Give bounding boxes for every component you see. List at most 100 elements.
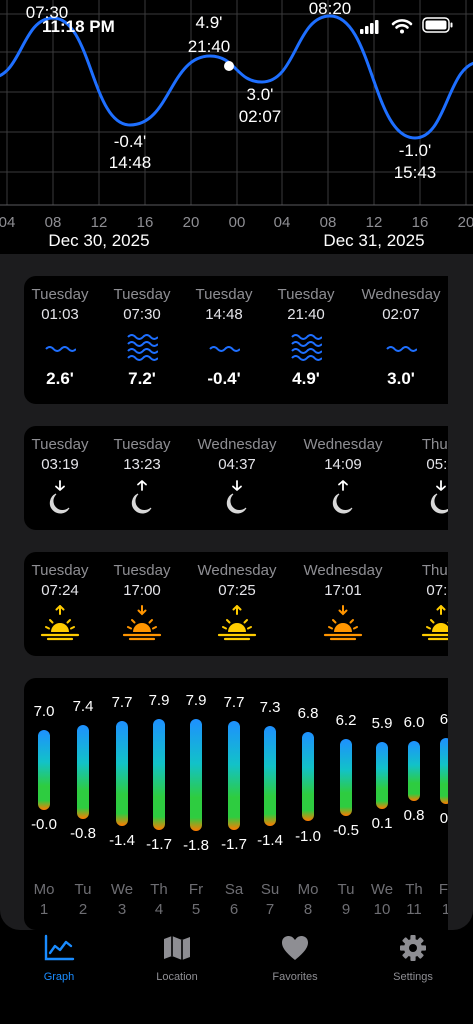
range-bar[interactable] — [340, 738, 352, 816]
range-bar[interactable] — [190, 719, 202, 831]
moon-event[interactable]: Wednesday 04:37 — [177, 436, 297, 515]
x-tick-label: 20 — [458, 214, 473, 231]
sun-day: Wednesday — [197, 562, 277, 579]
x-tick-label: 08 — [320, 214, 337, 231]
tide-graph[interactable]: 07:30 -0.4' 14:48 4.9' 21:40 3.0' 02:07 08:20 -1… — [0, 0, 473, 252]
high-value-label: 6.8 — [297, 704, 319, 722]
sun-card[interactable]: Tuesday 07:24 Tuesday 17:00 Wednesday 07… — [24, 552, 448, 656]
day-number-label: 8 — [303, 901, 313, 918]
high-value-label: 6. — [439, 710, 448, 728]
weekday-label: Mo — [33, 881, 55, 898]
range-bar[interactable] — [116, 721, 128, 827]
tab-settings[interactable]: Settings — [354, 934, 472, 983]
tab-location[interactable]: Location — [118, 934, 236, 983]
low-value-label: 0. — [439, 810, 448, 828]
current-position-dot[interactable] — [224, 61, 234, 71]
status-bar: 11:18 PM — [0, 0, 473, 40]
tide-time: 02:07 — [382, 306, 420, 323]
sunrise-icon — [381, 605, 448, 641]
tab-graph[interactable]: Graph — [0, 934, 118, 983]
low-tide-time-label: 14:48 — [109, 153, 152, 172]
x-tick-label: 12 — [91, 214, 108, 231]
range-bar[interactable] — [376, 742, 388, 809]
tab-favorites-label: Favorites — [272, 971, 318, 983]
range-bar[interactable] — [228, 721, 240, 830]
high-value-label: 6.2 — [335, 711, 357, 729]
high-value-label: 7.4 — [72, 697, 94, 715]
graph-icon — [44, 934, 75, 961]
weekday-label: Su — [260, 881, 280, 898]
moon-event[interactable]: Thurs 05:5 — [381, 436, 448, 515]
sun-time: 07:25 — [218, 582, 256, 599]
weekday-label: Fr — [438, 881, 448, 898]
range-bar[interactable] — [440, 737, 448, 805]
tab-settings-label: Settings — [393, 971, 433, 983]
tab-bar: Graph Location Favorites Settings — [0, 930, 473, 1024]
low-value-label: -1.0 — [295, 827, 321, 845]
x-tick-label: 16 — [137, 214, 154, 231]
date-label: Dec 30, 2025 — [48, 231, 149, 250]
moon-time: 04:37 — [218, 456, 256, 473]
low-tide-time-label: 15:43 — [394, 163, 437, 182]
sun-event[interactable]: Thurs 07:2 — [381, 562, 448, 641]
tab-graph-label: Graph — [43, 971, 75, 983]
moon-time: 05:5 — [426, 456, 448, 473]
moon-day: Wednesday — [197, 436, 277, 453]
heart-icon — [282, 936, 308, 960]
tide-list-card[interactable]: Tuesday 01:03 2.6' Tuesday 07:30 7.2' Tu… — [24, 276, 448, 404]
moon-card[interactable]: Tuesday 03:19 Tuesday 13:23 Wednesday 04… — [24, 426, 448, 530]
day-number-label: 4 — [154, 901, 164, 918]
date-label: Dec 31, 2025 — [323, 231, 424, 250]
sunrise-icon — [177, 605, 297, 641]
day-number-label: 1 — [441, 901, 448, 918]
weekday-label: We — [110, 881, 134, 898]
details-panel: Tuesday 01:03 2.6' Tuesday 07:30 7.2' Tu… — [0, 254, 473, 930]
weekly-range-card[interactable]: 7.0 -0.0 Mo 1 7.4 -0.8 Tu 2 7.7 -1.4 We 3 7.9 -1.7 Th 4… — [24, 678, 448, 930]
day-number-label: 7 — [265, 901, 275, 918]
low-value-label: -1.7 — [221, 835, 247, 853]
x-tick-label: 08 — [45, 214, 62, 231]
day-number-label: 5 — [191, 901, 201, 918]
range-bar[interactable] — [153, 719, 165, 830]
x-tick-label: 20 — [183, 214, 200, 231]
map-icon — [164, 936, 190, 960]
tide-day: Wednesday — [361, 286, 441, 303]
x-tick-label: 16 — [412, 214, 429, 231]
range-bar[interactable] — [302, 731, 314, 822]
sun-event[interactable]: Wednesday 07:25 — [177, 562, 297, 641]
weekday-label: Fr — [188, 881, 204, 898]
day-number-label: 6 — [229, 901, 239, 918]
weekday-label: Tu — [337, 881, 355, 898]
high-value-label: 7.7 — [111, 694, 133, 712]
tide-value: 3.0' — [387, 369, 415, 388]
range-bar[interactable] — [264, 726, 276, 827]
low-tide-value-label: -0.4' — [114, 132, 147, 151]
high-value-label: 7.9 — [185, 692, 207, 710]
x-tick-label: 04 — [0, 214, 15, 231]
sun-time: 07:2 — [426, 582, 448, 599]
moon-day: Thurs — [421, 436, 448, 453]
low-value-label: -1.4 — [257, 832, 283, 850]
low-tide-value-label: -1.0' — [399, 141, 432, 160]
tide-item[interactable]: Wednesday 02:07 3.0' — [341, 286, 448, 389]
low-value-label: -1.7 — [146, 835, 172, 853]
high-value-label: 7.0 — [33, 702, 55, 720]
range-bar[interactable] — [38, 729, 50, 810]
x-tick-label: 00 — [229, 214, 246, 231]
tab-favorites[interactable]: Favorites — [236, 934, 354, 983]
high-value-label: 7.3 — [259, 699, 281, 717]
low-value-label: -1.8 — [183, 836, 209, 854]
weekday-label: Th — [150, 881, 168, 898]
low-tide-value-label: 3.0' — [247, 85, 274, 104]
low-tide-icon — [341, 323, 448, 369]
low-value-label: -0.5 — [333, 821, 359, 839]
x-tick-label: 04 — [274, 214, 291, 231]
high-value-label: 7.7 — [223, 694, 245, 712]
weekday-label: We — [370, 881, 394, 898]
low-value-label: -0.0 — [31, 816, 57, 833]
weekday-label: Mo — [297, 881, 319, 898]
range-bar[interactable] — [77, 724, 89, 820]
moonset-icon — [177, 479, 297, 515]
range-bar[interactable] — [408, 741, 420, 801]
day-number-label: 11 — [406, 901, 422, 918]
